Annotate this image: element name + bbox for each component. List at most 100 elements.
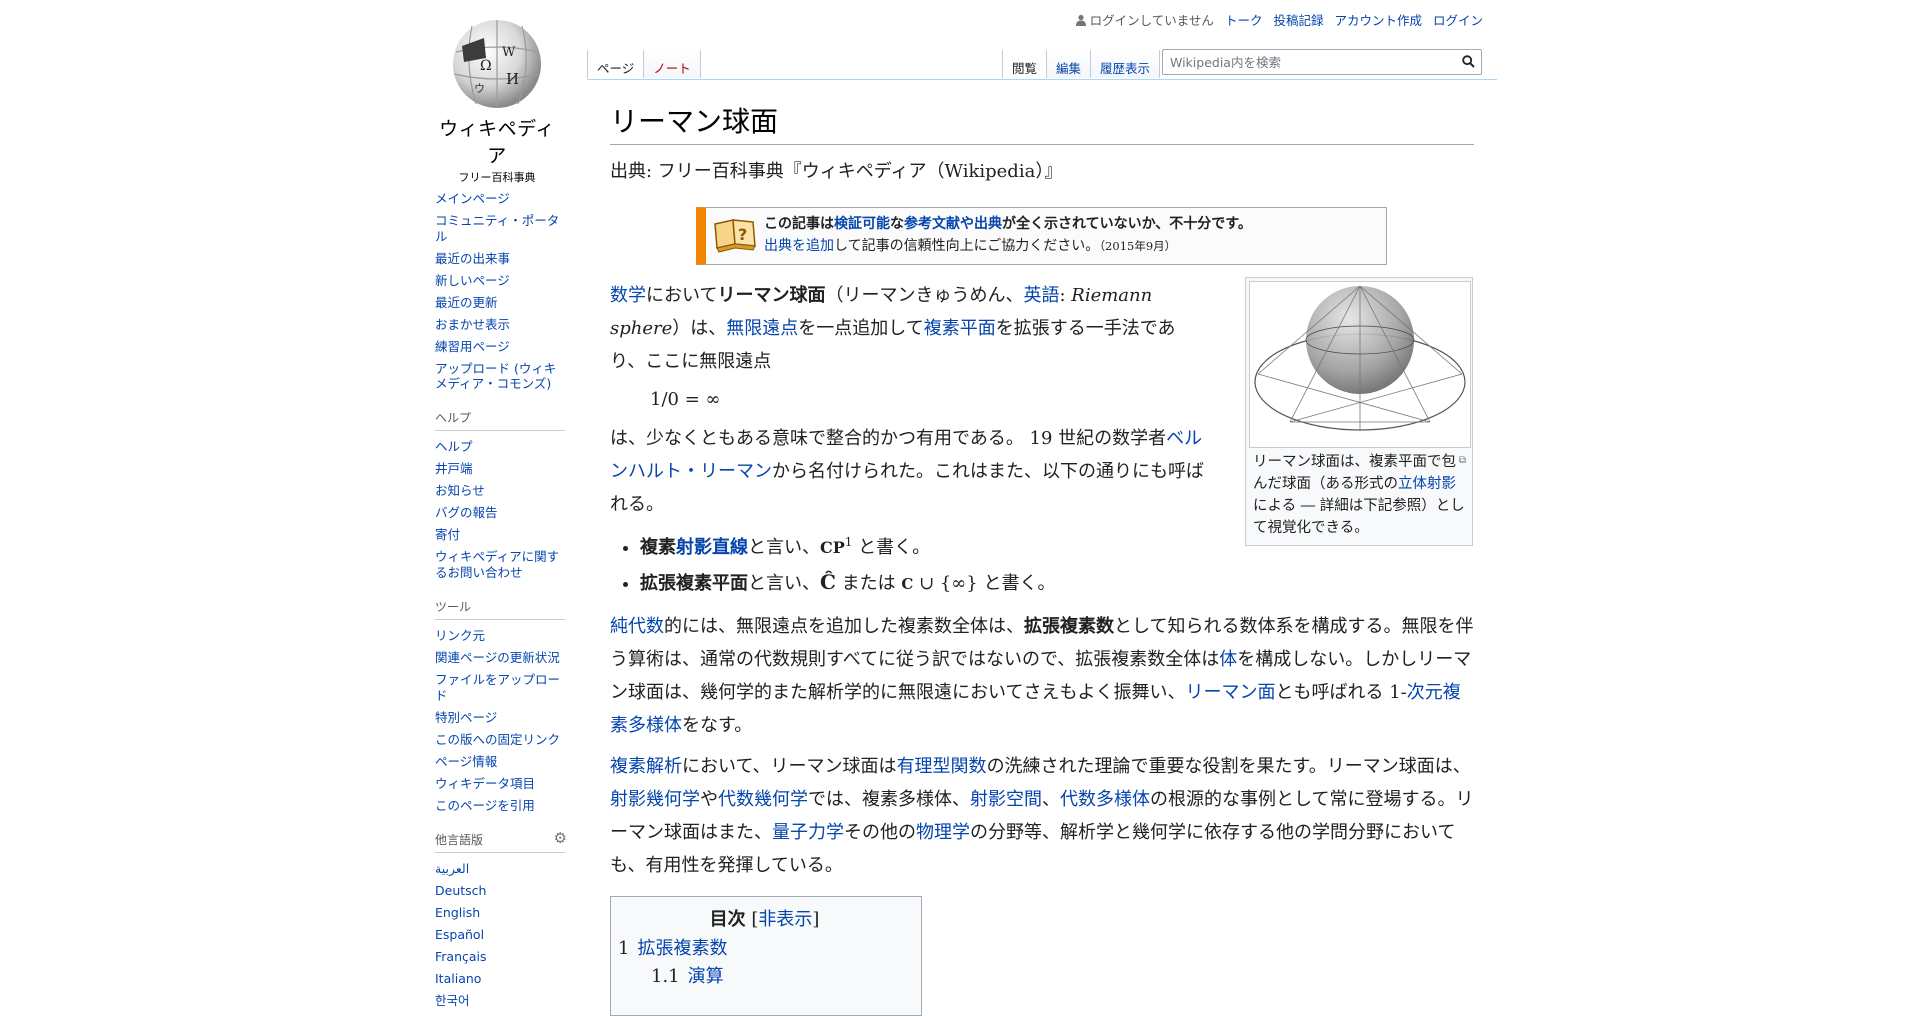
lang-link-de[interactable]: Deutsch — [435, 883, 486, 898]
lang-link-es[interactable]: Español — [435, 927, 484, 942]
meromorphic-link[interactable]: 有理型関数 — [897, 756, 987, 777]
complex-analysis-link[interactable]: 複素解析 — [610, 756, 682, 777]
search-input[interactable] — [1163, 50, 1450, 74]
sidebar-item-news[interactable]: お知らせ — [435, 483, 485, 498]
sidebar-item-cite[interactable]: このページを引用 — [435, 798, 535, 813]
physics-link[interactable]: 物理学 — [916, 822, 970, 843]
english-link[interactable]: 英語 — [1023, 285, 1059, 306]
lang-link-it[interactable]: Italiano — [435, 971, 481, 986]
b2-chat: Ĉ — [820, 570, 836, 594]
intro-t4: ）は、 — [672, 318, 727, 339]
b2-text: と言い、 — [748, 573, 820, 594]
projective-geometry-link[interactable]: 射影幾何学 — [610, 789, 700, 810]
svg-text:ウ: ウ — [474, 82, 485, 95]
tab-edit[interactable]: 編集 — [1046, 50, 1091, 78]
login-link[interactable]: ログイン — [1433, 10, 1483, 29]
sidebar-item-villagepump[interactable]: 井戸端 — [435, 461, 473, 476]
sidebar-item-whatlinkshere[interactable]: リンク元 — [435, 628, 485, 643]
sidebar-item-related-changes[interactable]: 関連ページの更新状況 — [435, 650, 560, 665]
tab-read[interactable]: 閲覧 — [1002, 50, 1047, 78]
complex-plane-link[interactable]: 複素平面 — [924, 318, 996, 339]
sidebar-item-donate[interactable]: 寄付 — [435, 527, 460, 542]
lang-link-ar[interactable]: العربية — [435, 861, 469, 876]
tab-talk[interactable]: ノート — [643, 50, 701, 78]
sidebar-item-wikidata[interactable]: ウィキデータ項目 — [435, 776, 535, 791]
sidebar-item-events[interactable]: 最近の出来事 — [435, 251, 510, 266]
paragraph-2: は、少なくともある意味で整合的かつ有用である。 19 世紀の数学者ベルンハルト・… — [610, 422, 1205, 521]
toc-toggle-close: ] — [812, 909, 820, 930]
toc-item[interactable]: 1.1 演算 — [618, 963, 911, 991]
lang-link-ko[interactable]: 한국어 — [435, 993, 470, 1008]
sidebar-item-permalink[interactable]: この版への固定リンク — [435, 732, 560, 747]
sources-link[interactable]: 参考文献や出典 — [904, 216, 1002, 232]
quantum-mechanics-link[interactable]: 量子力学 — [772, 822, 844, 843]
sidebar-item-special[interactable]: 特別ページ — [435, 710, 497, 725]
puzzle-globe-icon: Ω W И ウ — [453, 20, 541, 108]
notice-l2-text: して記事の信頼性向上にご協力ください。 — [834, 238, 1100, 254]
lang-link-fr[interactable]: Français — [435, 949, 487, 964]
sidebar-item-main[interactable]: メインページ — [435, 191, 510, 206]
p2-t1: は、少なくともある意味で整合的かつ有用である。 19 世紀の数学者 — [610, 428, 1167, 449]
toc-item-label[interactable]: 拡張複素数 — [637, 938, 727, 959]
lang-link-en[interactable]: English — [435, 905, 480, 920]
b1-end: と書く。 — [852, 537, 931, 558]
projective-line-link[interactable]: 射影直線 — [676, 537, 748, 558]
notice-l1-c: が全く示されていないか、不十分です。 — [1002, 216, 1252, 233]
sidebar-item-sandbox[interactable]: 練習用ページ — [435, 339, 510, 354]
riemann-sphere-image[interactable] — [1249, 281, 1471, 448]
sidebar-item-help[interactable]: ヘルプ — [435, 439, 473, 454]
thumb-caption-2: による ― 詳細は下記参照）として視覚化できる。 — [1253, 498, 1465, 536]
b2-mid: または — [835, 573, 902, 594]
riemann-surface-link[interactable]: リーマン面 — [1185, 682, 1275, 703]
sidebar-item-contact[interactable]: ウィキペディアに関するお問い合わせ — [435, 549, 559, 580]
intro-t2: （リーマンきゅうめん、 — [825, 285, 1024, 306]
verifiability-link[interactable]: 検証可能 — [834, 216, 890, 232]
notice-text: この記事は検証可能な参考文献や出典が全く示されていないか、不十分です。 出典を追… — [764, 214, 1252, 257]
wikipedia-logo[interactable]: Ω W И ウ ウィキペディア フリー百科事典 — [432, 12, 562, 185]
sidebar-item-upload-file[interactable]: ファイルをアップロード — [435, 672, 560, 703]
stereographic-projection-link[interactable]: 立体射影 — [1398, 476, 1456, 492]
search-icon[interactable] — [1462, 55, 1475, 68]
sidebar-item-random[interactable]: おまかせ表示 — [435, 317, 510, 332]
languages-heading: 他言語版 ⚙ — [435, 829, 567, 853]
site-sub: 出典: フリー百科事典『ウィキペディア（Wikipedia）』 — [610, 161, 1063, 182]
projective-space-link[interactable]: 射影空間 — [970, 789, 1042, 810]
tagline: フリー百科事典 — [458, 171, 536, 184]
sidebar-item-upload[interactable]: アップロード (ウィキメディア・コモンズ) — [435, 361, 556, 392]
add-citation-link[interactable]: 出典を追加 — [764, 238, 834, 254]
sidebar-item-recent[interactable]: 最近の更新 — [435, 295, 498, 310]
page-title: リーマン球面 — [610, 100, 1474, 145]
toc-item[interactable]: 1 拡張複素数 — [618, 935, 911, 963]
toc-item-number: 1 — [618, 938, 630, 959]
pure-algebra-link[interactable]: 純代数 — [610, 616, 664, 637]
thumbnail-figure: ⧉ リーマン球面は、複素平面で包んだ球面（ある形式の立体射影による ― 詳細は下… — [1245, 277, 1473, 546]
field-link[interactable]: 体 — [1219, 649, 1237, 670]
talk-link[interactable]: トーク — [1225, 10, 1263, 29]
algebraic-geometry-link[interactable]: 代数幾何学 — [718, 789, 808, 810]
math-link[interactable]: 数学 — [610, 285, 646, 306]
p4-t5: 、 — [1042, 789, 1060, 810]
toc-item-label[interactable]: 演算 — [688, 966, 724, 987]
enlarge-icon[interactable]: ⧉ — [1459, 450, 1466, 472]
gear-icon[interactable]: ⚙ — [554, 829, 567, 848]
intro-t3: : — [1059, 285, 1072, 306]
tab-history[interactable]: 履歴表示 — [1090, 50, 1161, 78]
sidebar-item-community[interactable]: コミュニティ・ポータル — [435, 213, 559, 244]
sidebar-item-pageinfo[interactable]: ページ情報 — [435, 754, 497, 769]
svg-text:Ω: Ω — [480, 58, 492, 74]
algebraic-variety-link[interactable]: 代数多様体 — [1060, 789, 1150, 810]
b2-end: ∪ {∞} と書く。 — [913, 573, 1056, 594]
svg-text:?: ? — [738, 225, 747, 244]
toc-toggle-link[interactable]: 非表示 — [758, 909, 812, 930]
contributions-link[interactable]: 投稿記録 — [1273, 10, 1323, 29]
languages-list: العربية Deutsch English Español Français… — [435, 858, 565, 1012]
p4-t1: において、リーマン球面は — [682, 756, 897, 777]
sidebar-item-bugreport[interactable]: バグの報告 — [435, 505, 498, 520]
intro-t5: を一点追加して — [798, 318, 924, 339]
anon-user-label: ログインしていません — [1089, 13, 1214, 28]
tab-page[interactable]: ページ — [587, 50, 644, 78]
paragraph-4: 複素解析において、リーマン球面は有理型関数の洗練された理論で重要な役割を果たす。… — [610, 750, 1474, 882]
point-at-infinity-link[interactable]: 無限遠点 — [726, 318, 798, 339]
sidebar-item-newpages[interactable]: 新しいページ — [435, 273, 510, 288]
create-account-link[interactable]: アカウント作成 — [1334, 10, 1422, 29]
